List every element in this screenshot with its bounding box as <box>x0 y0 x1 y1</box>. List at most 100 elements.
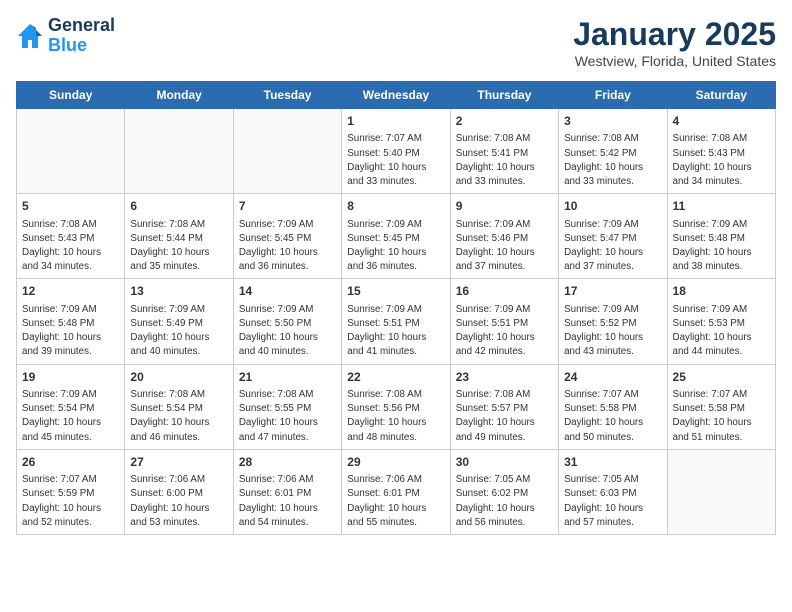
day-number: 23 <box>456 369 553 386</box>
day-info: Sunrise: 7:09 AMSunset: 5:54 PMDaylight:… <box>22 388 119 445</box>
calendar-cell: 13 Sunrise: 7:09 AMSunset: 5:49 PMDayligh… <box>125 279 233 364</box>
calendar-cell: 29Sunrise: 7:06 AMSunset: 6:01 PMDayligh… <box>342 449 450 534</box>
day-header-saturday: Saturday <box>667 82 775 109</box>
calendar-cell: 4Sunrise: 7:08 AMSunset: 5:43 PMDaylight… <box>667 109 775 194</box>
calendar-cell: 14 Sunrise: 7:09 AMSunset: 5:50 PMDayligh… <box>233 279 341 364</box>
day-number: 19 <box>22 369 119 386</box>
day-header-friday: Friday <box>559 82 667 109</box>
day-number: 22 <box>347 369 444 386</box>
day-number: 1 <box>347 113 444 130</box>
calendar-cell: 7Sunrise: 7:09 AMSunset: 5:45 PMDaylight… <box>233 194 341 279</box>
calendar-cell <box>17 109 125 194</box>
week-row-2: 5Sunrise: 7:08 AMSunset: 5:43 PMDaylight… <box>17 194 776 279</box>
calendar-cell: 1Sunrise: 7:07 AMSunset: 5:40 PMDaylight… <box>342 109 450 194</box>
day-info: Sunrise: 7:08 AMSunset: 5:57 PMDaylight:… <box>456 388 553 445</box>
day-header-wednesday: Wednesday <box>342 82 450 109</box>
day-number: 18 <box>673 283 770 300</box>
calendar-cell: 21 Sunrise: 7:08 AMSunset: 5:55 PMDayligh… <box>233 364 341 449</box>
calendar-cell: 24 Sunrise: 7:07 AMSunset: 5:58 PMDayligh… <box>559 364 667 449</box>
calendar-cell <box>667 449 775 534</box>
day-number: 13 <box>130 283 227 300</box>
day-info: Sunrise: 7:07 AMSunset: 5:58 PMDaylight:… <box>564 388 661 445</box>
logo-text-line2: Blue <box>48 36 115 56</box>
calendar-cell: 3 Sunrise: 7:08 AMSunset: 5:42 PMDaylight… <box>559 109 667 194</box>
calendar-table: SundayMondayTuesdayWednesdayThursdayFrid… <box>16 81 776 535</box>
day-number: 12 <box>22 283 119 300</box>
calendar-cell: 12 Sunrise: 7:09 AMSunset: 5:48 PMDayligh… <box>17 279 125 364</box>
day-info: Sunrise: 7:09 AMSunset: 5:53 PMDaylight:… <box>673 303 770 360</box>
day-number: 20 <box>130 369 227 386</box>
day-number: 16 <box>456 283 553 300</box>
day-number: 17 <box>564 283 661 300</box>
calendar-cell: 8 Sunrise: 7:09 AMSunset: 5:45 PMDaylight… <box>342 194 450 279</box>
day-info: Sunrise: 7:06 AMSunset: 6:00 PMDaylight:… <box>130 473 227 530</box>
day-number: 15 <box>347 283 444 300</box>
day-info: Sunrise: 7:08 AMSunset: 5:41 PMDaylight:… <box>456 132 553 189</box>
day-header-tuesday: Tuesday <box>233 82 341 109</box>
day-info: Sunrise: 7:08 AMSunset: 5:54 PMDaylight:… <box>130 388 227 445</box>
day-number: 10 <box>564 198 661 215</box>
week-row-1: 1Sunrise: 7:07 AMSunset: 5:40 PMDaylight… <box>17 109 776 194</box>
calendar-cell: 17 Sunrise: 7:09 AMSunset: 5:52 PMDayligh… <box>559 279 667 364</box>
day-number: 8 <box>347 198 444 215</box>
month-title: January 2025 <box>573 16 776 53</box>
calendar-cell: 20 Sunrise: 7:08 AMSunset: 5:54 PMDayligh… <box>125 364 233 449</box>
page-header: General Blue January 2025 Westview, Flor… <box>16 16 776 69</box>
calendar-cell: 16 Sunrise: 7:09 AMSunset: 5:51 PMDayligh… <box>450 279 558 364</box>
day-info: Sunrise: 7:09 AMSunset: 5:49 PMDaylight:… <box>130 303 227 360</box>
logo: General Blue <box>16 16 115 56</box>
day-number: 3 <box>564 113 661 130</box>
calendar-cell: 22 Sunrise: 7:08 AMSunset: 5:56 PMDayligh… <box>342 364 450 449</box>
day-info: Sunrise: 7:08 AMSunset: 5:56 PMDaylight:… <box>347 388 444 445</box>
calendar-cell: 5Sunrise: 7:08 AMSunset: 5:43 PMDaylight… <box>17 194 125 279</box>
calendar-cell: 30 Sunrise: 7:05 AMSunset: 6:02 PMDayligh… <box>450 449 558 534</box>
day-info: Sunrise: 7:09 AMSunset: 5:51 PMDaylight:… <box>347 303 444 360</box>
day-number: 9 <box>456 198 553 215</box>
day-number: 6 <box>130 198 227 215</box>
day-info: Sunrise: 7:05 AMSunset: 6:02 PMDaylight:… <box>456 473 553 530</box>
calendar-cell: 27 Sunrise: 7:06 AMSunset: 6:00 PMDayligh… <box>125 449 233 534</box>
day-number: 28 <box>239 454 336 471</box>
day-header-sunday: Sunday <box>17 82 125 109</box>
day-number: 27 <box>130 454 227 471</box>
day-info: Sunrise: 7:09 AMSunset: 5:50 PMDaylight:… <box>239 303 336 360</box>
calendar-cell: 25Sunrise: 7:07 AMSunset: 5:58 PMDayligh… <box>667 364 775 449</box>
day-info: Sunrise: 7:09 AMSunset: 5:48 PMDaylight:… <box>22 303 119 360</box>
week-row-3: 12 Sunrise: 7:09 AMSunset: 5:48 PMDayligh… <box>17 279 776 364</box>
day-info: Sunrise: 7:05 AMSunset: 6:03 PMDaylight:… <box>564 473 661 530</box>
day-number: 14 <box>239 283 336 300</box>
day-number: 30 <box>456 454 553 471</box>
day-info: Sunrise: 7:06 AMSunset: 6:01 PMDaylight:… <box>347 473 444 530</box>
day-number: 31 <box>564 454 661 471</box>
day-number: 21 <box>239 369 336 386</box>
logo-icon <box>16 22 44 50</box>
calendar-cell <box>125 109 233 194</box>
day-number: 24 <box>564 369 661 386</box>
title-block: January 2025 Westview, Florida, United S… <box>573 16 776 69</box>
calendar-cell: 28 Sunrise: 7:06 AMSunset: 6:01 PMDayligh… <box>233 449 341 534</box>
day-info: Sunrise: 7:09 AMSunset: 5:45 PMDaylight:… <box>239 218 336 275</box>
day-info: Sunrise: 7:09 AMSunset: 5:46 PMDaylight:… <box>456 218 553 275</box>
day-number: 2 <box>456 113 553 130</box>
calendar-cell: 31 Sunrise: 7:05 AMSunset: 6:03 PMDayligh… <box>559 449 667 534</box>
day-info: Sunrise: 7:06 AMSunset: 6:01 PMDaylight:… <box>239 473 336 530</box>
day-info: Sunrise: 7:09 AMSunset: 5:45 PMDaylight:… <box>347 218 444 275</box>
calendar-cell: 10 Sunrise: 7:09 AMSunset: 5:47 PMDayligh… <box>559 194 667 279</box>
calendar-cell <box>233 109 341 194</box>
day-info: Sunrise: 7:08 AMSunset: 5:55 PMDaylight:… <box>239 388 336 445</box>
week-row-5: 26Sunrise: 7:07 AMSunset: 5:59 PMDayligh… <box>17 449 776 534</box>
day-info: Sunrise: 7:09 AMSunset: 5:52 PMDaylight:… <box>564 303 661 360</box>
week-row-4: 19 Sunrise: 7:09 AMSunset: 5:54 PMDayligh… <box>17 364 776 449</box>
day-number: 25 <box>673 369 770 386</box>
day-header-thursday: Thursday <box>450 82 558 109</box>
day-info: Sunrise: 7:09 AMSunset: 5:51 PMDaylight:… <box>456 303 553 360</box>
calendar-cell: 6Sunrise: 7:08 AMSunset: 5:44 PMDaylight… <box>125 194 233 279</box>
calendar-cell: 19 Sunrise: 7:09 AMSunset: 5:54 PMDayligh… <box>17 364 125 449</box>
day-number: 26 <box>22 454 119 471</box>
day-info: Sunrise: 7:09 AMSunset: 5:47 PMDaylight:… <box>564 218 661 275</box>
calendar-cell: 9 Sunrise: 7:09 AMSunset: 5:46 PMDaylight… <box>450 194 558 279</box>
day-info: Sunrise: 7:08 AMSunset: 5:42 PMDaylight:… <box>564 132 661 189</box>
calendar-cell: 26Sunrise: 7:07 AMSunset: 5:59 PMDayligh… <box>17 449 125 534</box>
logo-text-line1: General <box>48 16 115 36</box>
day-info: Sunrise: 7:08 AMSunset: 5:43 PMDaylight:… <box>673 132 770 189</box>
